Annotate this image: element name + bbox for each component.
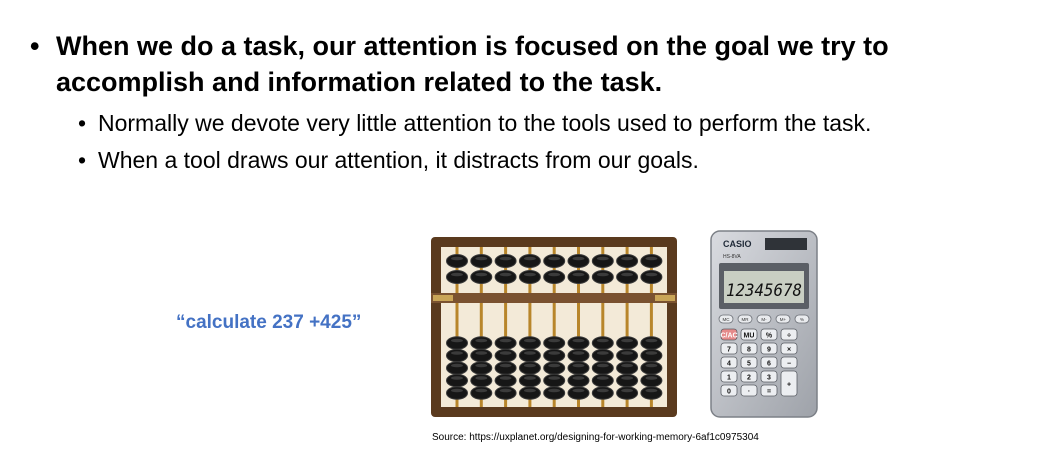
calculator-brand: CASIO [723, 239, 752, 249]
bullet-dot: • [78, 147, 87, 173]
abacus-image [431, 237, 677, 417]
sub-bullet-text: Normally we devote very little attention… [98, 110, 872, 136]
calculator-image: CASIO HS-8VA 12345678 MC MR M- M+ % C/AC MU% ÷ 7… [710, 230, 818, 418]
bullet-dot: • [78, 110, 87, 136]
source-citation: Source: https://uxplanet.org/designing-f… [432, 432, 759, 443]
main-bullet: • When we do a task, our attention is fo… [30, 28, 1020, 100]
calculator-display: 12345678 [726, 281, 802, 301]
svg-text:3: 3 [767, 375, 771, 382]
svg-text:%: % [766, 333, 773, 340]
bullet-dot: • [30, 31, 40, 61]
svg-text:8: 8 [747, 347, 751, 354]
svg-text:2: 2 [747, 375, 751, 382]
svg-text:%: % [800, 317, 804, 322]
svg-text:MU: MU [744, 333, 755, 340]
svg-text:C/AC: C/AC [720, 333, 737, 340]
svg-text:MR: MR [742, 317, 750, 322]
calculator-model: HS-8VA [723, 254, 741, 260]
svg-text:+: + [787, 382, 791, 389]
svg-text:MC: MC [723, 317, 731, 322]
svg-text:M-: M- [761, 317, 767, 322]
svg-text:4: 4 [727, 361, 731, 368]
main-bullet-text: When we do a task, our attention is focu… [56, 31, 889, 97]
svg-text:=: = [767, 389, 771, 396]
sub-bullet-1: • Normally we devote very little attentio… [78, 108, 871, 138]
svg-text:·: · [748, 389, 750, 396]
svg-text:9: 9 [767, 347, 771, 354]
svg-text:1: 1 [727, 375, 731, 382]
svg-text:×: × [787, 347, 791, 354]
sub-bullet-text: When a tool draws our attention, it dist… [98, 147, 699, 173]
svg-text:0: 0 [727, 389, 731, 396]
svg-text:÷: ÷ [787, 333, 791, 340]
sub-bullet-2: • When a tool draws our attention, it dis… [78, 145, 699, 175]
svg-text:−: − [787, 361, 791, 368]
svg-text:5: 5 [747, 361, 751, 368]
example-quote: “calculate 237 +425” [176, 312, 362, 333]
svg-text:6: 6 [767, 361, 771, 368]
svg-text:7: 7 [727, 347, 731, 354]
svg-text:M+: M+ [780, 317, 787, 322]
